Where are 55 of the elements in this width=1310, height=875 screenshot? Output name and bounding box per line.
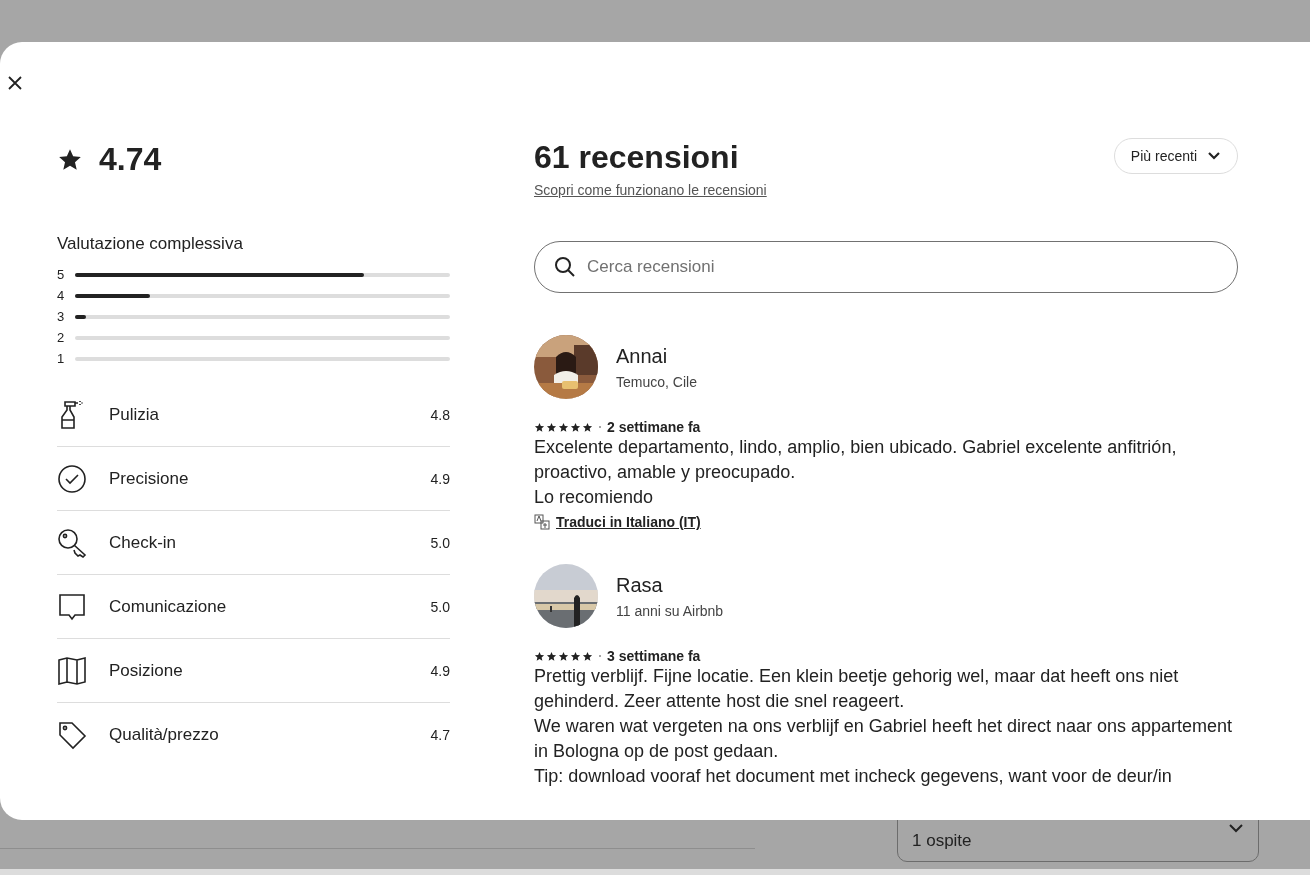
review-date: 3 settimane fa xyxy=(607,648,701,664)
category-score: 4.7 xyxy=(430,726,450,743)
category-label: Posizione xyxy=(109,660,184,681)
rating-label: 3 xyxy=(57,309,65,324)
category-score: 4.9 xyxy=(430,470,450,487)
category-label: Pulizia xyxy=(109,404,161,425)
translate-icon xyxy=(534,514,550,530)
check-circle-icon xyxy=(57,463,87,494)
star-icon xyxy=(570,421,581,433)
translate-link[interactable]: Traduci in Italiano (IT) xyxy=(556,514,701,530)
review-text: Tip: download vooraf het document met incheck gegevens, want voor de deur/in xyxy=(534,765,1173,788)
rating-label: 5 xyxy=(57,267,65,282)
review-text: Prettig verblijf. Fijne locatie. Een klein beetje gehorig wel, maar dat heeft ons niet gehinderd. Zeer attente host die snel reageert. xyxy=(534,665,1180,713)
category-label: Precisione xyxy=(109,468,190,489)
category-score: 5.0 xyxy=(430,534,450,551)
reviewer-subtitle: Temuco, Cile xyxy=(616,373,697,390)
star-icon xyxy=(534,421,545,433)
reviewer-name: Annai xyxy=(616,344,669,368)
star-icon xyxy=(546,421,557,433)
review-text: Excelente departamento, lindo, amplio, bien ubicado. Gabriel excelente anfitrión, proactivo, amable y preocupado. xyxy=(534,436,1178,484)
category-score: 5.0 xyxy=(430,598,450,615)
key-icon xyxy=(57,527,87,558)
reviewer-subtitle: 11 anni su Airbnb xyxy=(616,602,724,619)
review-date: 2 settimane fa xyxy=(607,419,701,435)
tag-icon xyxy=(57,719,87,750)
search-icon xyxy=(554,256,576,278)
category-label: Comunicazione xyxy=(109,596,228,617)
how-reviews-link[interactable]: Scopri come funzionano le recensioni xyxy=(534,182,767,198)
star-icon xyxy=(582,421,593,433)
rating-label: 1 xyxy=(57,351,65,366)
star-icon xyxy=(558,650,569,662)
distribution-heading: Valutazione complessiva xyxy=(57,234,244,254)
overall-rating: 4.74 xyxy=(99,141,162,178)
rating-label: 4 xyxy=(57,288,65,303)
category-label: Qualità/prezzo xyxy=(109,724,220,745)
map-icon xyxy=(57,655,87,686)
sort-button[interactable]: Più recenti xyxy=(1113,138,1238,174)
reviews-title: 61 recensioni xyxy=(534,139,740,176)
star-icon xyxy=(570,650,581,662)
review-text: We waren wat vergeten na ons verblijf en Gabriel heeft het direct naar ons appartement in Bologna op de post gedaan. xyxy=(534,715,1234,763)
star-icon xyxy=(546,650,557,662)
rating-label: 2 xyxy=(57,330,65,345)
caret-icon xyxy=(1228,823,1244,833)
star-icon xyxy=(534,650,545,662)
star-icon xyxy=(558,421,569,433)
reviewer-name: Rasa xyxy=(616,573,664,597)
review-text: Lo recomiendo xyxy=(534,486,655,509)
search-field[interactable]: Cerca recensioni xyxy=(534,241,1238,293)
caret-icon xyxy=(1207,151,1221,161)
close-icon[interactable] xyxy=(7,75,23,91)
category-score: 4.9 xyxy=(430,662,450,679)
category-score: 4.8 xyxy=(430,406,450,423)
star-icon xyxy=(582,650,593,662)
category-label: Check-in xyxy=(109,532,178,553)
speech-bubble-icon xyxy=(57,591,87,622)
